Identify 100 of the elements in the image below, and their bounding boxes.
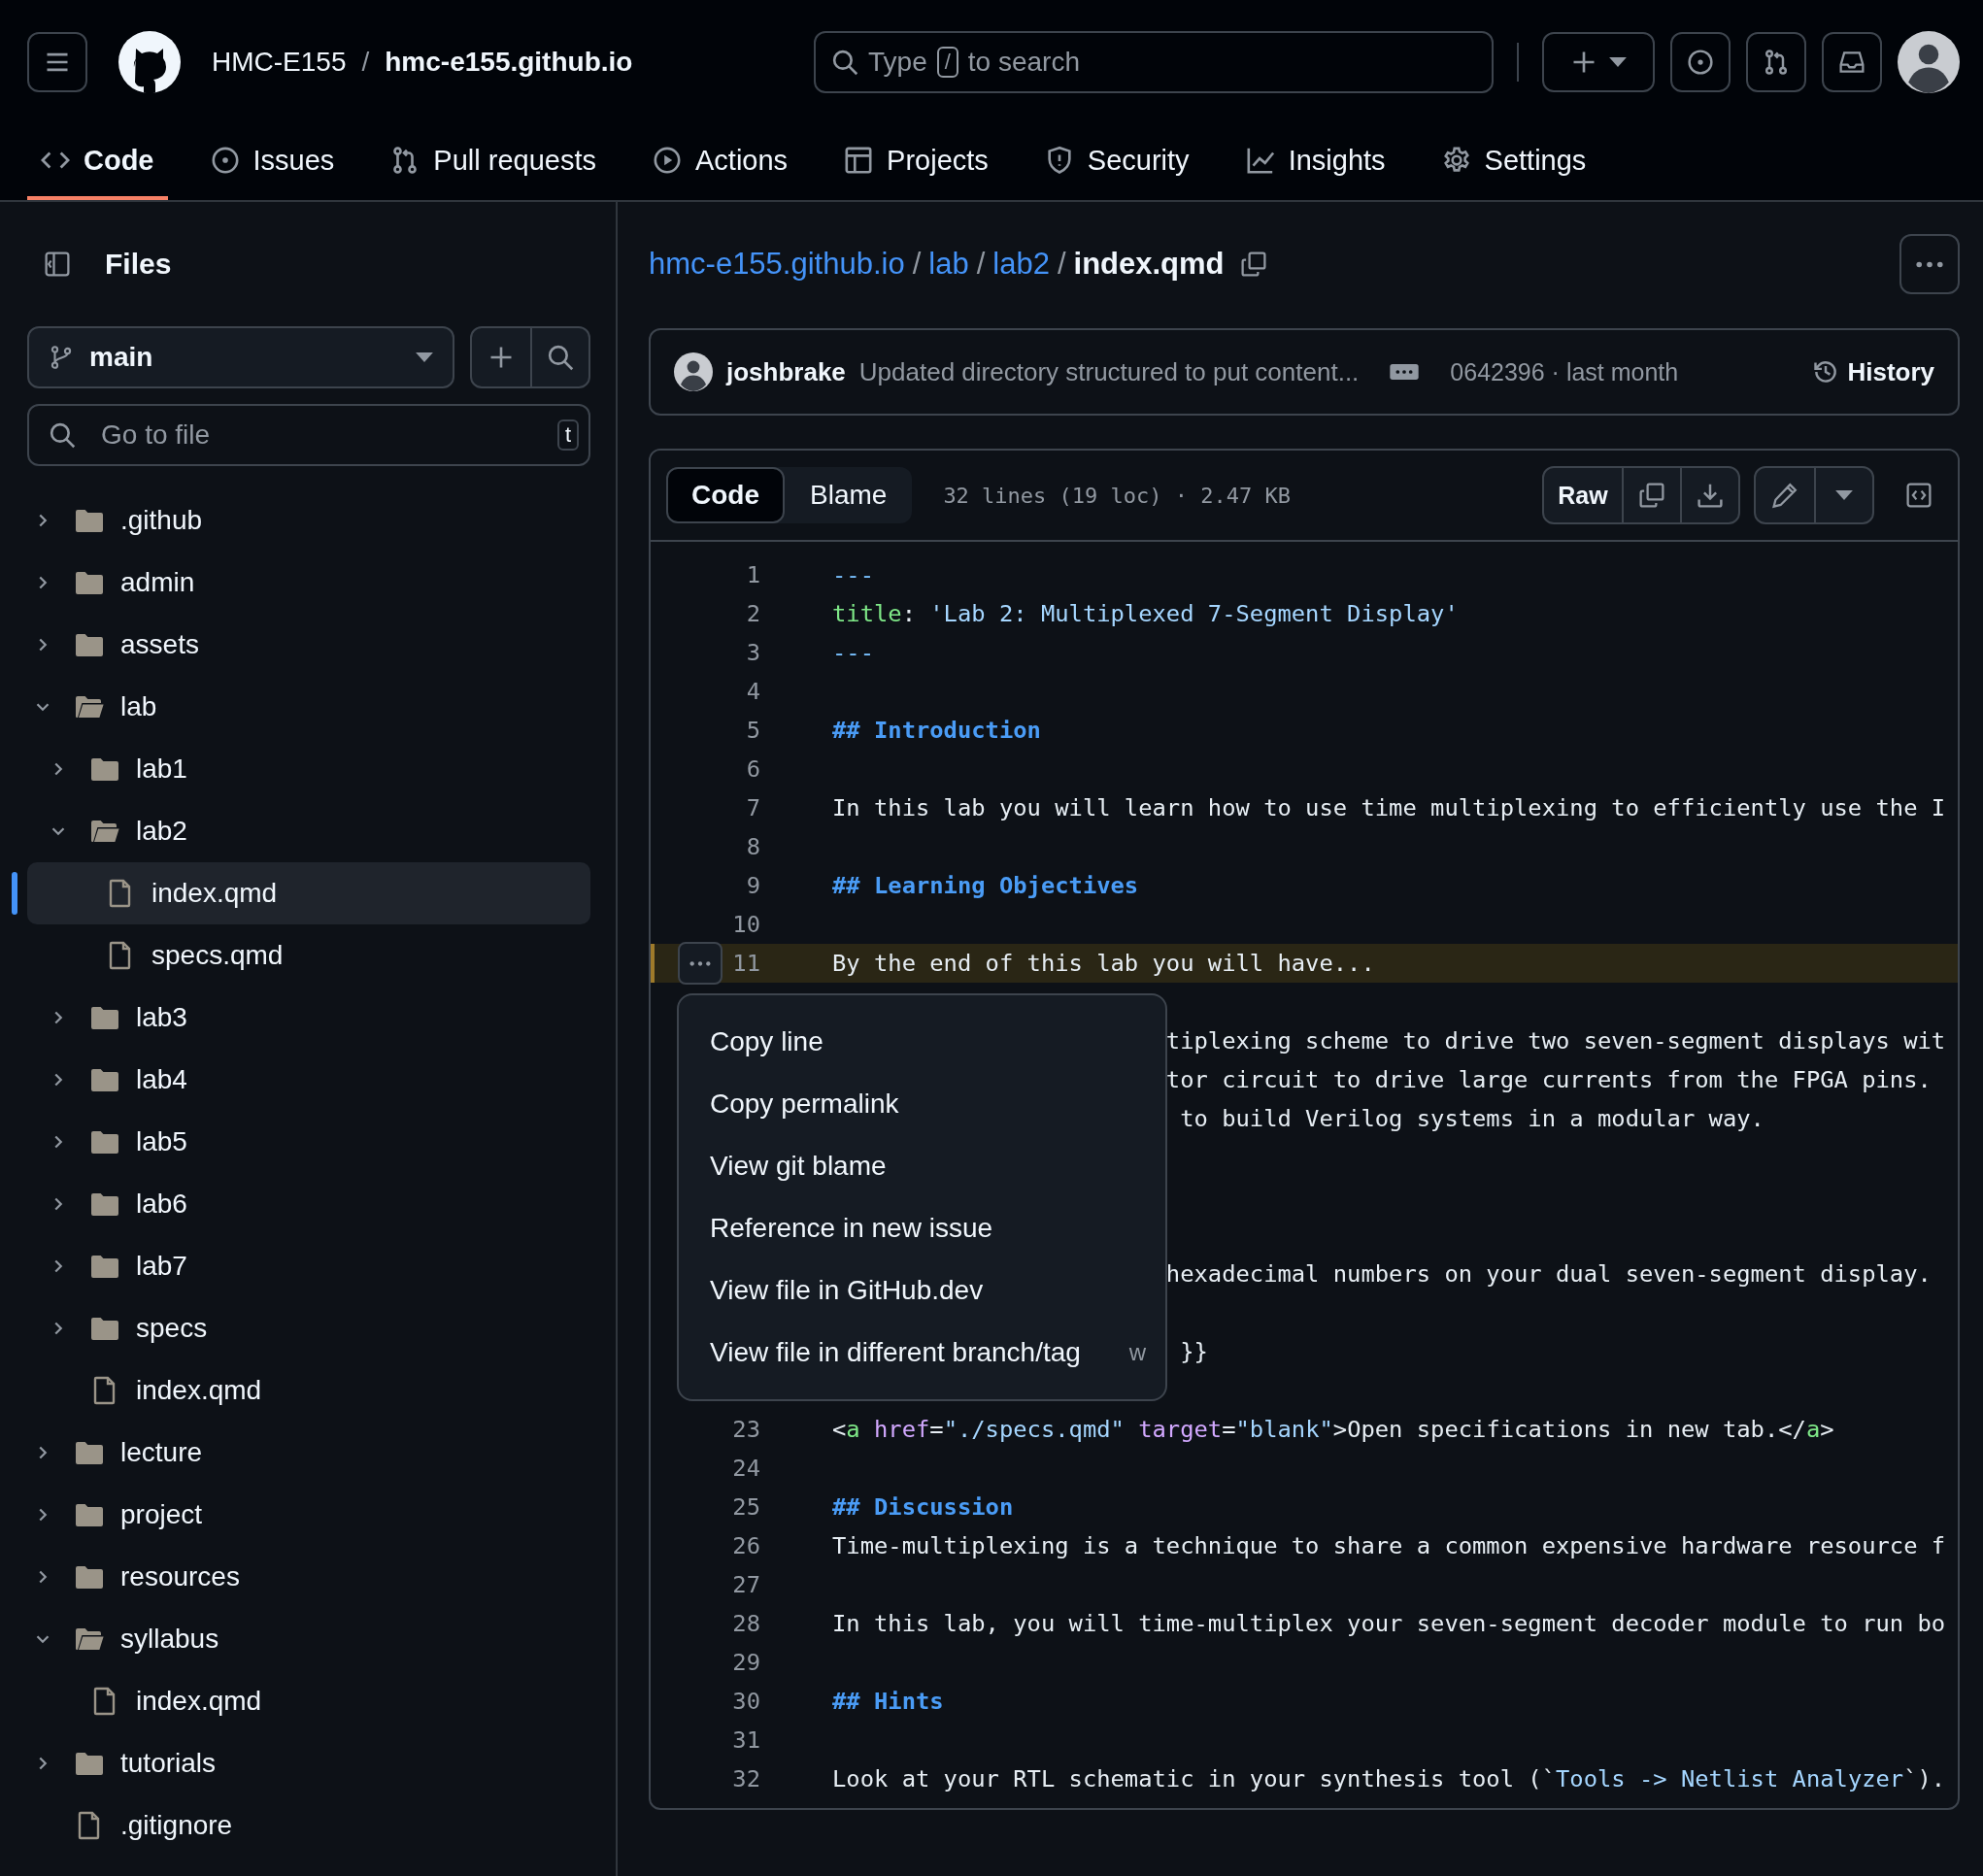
sidebar-icon xyxy=(44,251,71,278)
file-tree-item[interactable]: .gitignore xyxy=(27,1794,590,1857)
play-icon xyxy=(653,146,682,175)
file-tree-item[interactable]: assets xyxy=(27,614,590,676)
file-tree-item[interactable]: lab3 xyxy=(27,987,590,1049)
view-mode-tab[interactable]: Blame xyxy=(785,467,913,523)
file-tree-item[interactable]: lab5 xyxy=(27,1111,590,1173)
file-tree-item[interactable]: index.qmd xyxy=(27,1670,590,1732)
repo-tab[interactable]: Pull requests xyxy=(377,124,610,200)
line-number: 25 xyxy=(731,1493,760,1521)
line-number: 26 xyxy=(731,1532,760,1559)
pull-requests-button[interactable] xyxy=(1746,32,1806,92)
ellipsis-icon xyxy=(1390,364,1420,380)
code-line: <a href="./specs.qmd" target="blank">Open specifications in new tab.</a> xyxy=(832,1416,1834,1443)
view-mode-tab[interactable]: Code xyxy=(666,467,785,523)
code-line: }} xyxy=(1179,1338,1208,1365)
code-line: hexadecimal numbers on your dual seven-segment display. xyxy=(1165,1260,1932,1288)
file-tree-item[interactable]: lab6 xyxy=(27,1173,590,1235)
search-field[interactable]: Type / to search xyxy=(814,31,1494,93)
keyboard-shortcut: / xyxy=(936,47,958,78)
menu-item[interactable]: Copy line xyxy=(679,1011,1165,1073)
file-tree-item[interactable]: lab7 xyxy=(27,1235,590,1297)
code-line: title: 'Lab 2: Multiplexed 7-Segment Display' xyxy=(832,600,1459,627)
line-number: 1 xyxy=(745,561,760,588)
code-line: Time-multiplexing is a technique to share a common expensive hardware resource f xyxy=(832,1532,1946,1559)
file-tree-item[interactable]: lab1 xyxy=(27,738,590,800)
file-tree-item[interactable]: syllabus xyxy=(27,1608,590,1670)
copy-icon xyxy=(1638,482,1665,509)
commit-hash-and-date[interactable]: 0642396 · last month xyxy=(1450,357,1679,386)
branch-selector[interactable]: main xyxy=(27,326,454,388)
repo-tab[interactable]: Projects xyxy=(830,124,1002,200)
pull-request-icon xyxy=(1763,49,1790,76)
menu-item[interactable]: View file in GitHub.dev xyxy=(679,1259,1165,1322)
file-tree-item[interactable]: specs.qmd xyxy=(27,924,590,987)
menu-item[interactable]: Reference in new issue xyxy=(679,1197,1165,1259)
caret-icon xyxy=(416,352,433,362)
search-hint: Type xyxy=(868,47,927,78)
line-number: 5 xyxy=(745,717,760,744)
inbox-button[interactable] xyxy=(1822,32,1882,92)
menu-button[interactable] xyxy=(27,32,87,92)
avatar-icon xyxy=(1898,31,1960,93)
avatar-icon xyxy=(674,352,713,391)
code-line: ## Hints xyxy=(832,1688,944,1715)
repo-tab[interactable]: Security xyxy=(1030,124,1203,200)
copy-path-button[interactable] xyxy=(1239,251,1267,278)
pencil-icon xyxy=(1771,482,1798,509)
caret-icon xyxy=(1835,490,1853,500)
line-number: 6 xyxy=(745,755,760,783)
search-hint: to search xyxy=(967,47,1080,78)
code-line: tor circuit to drive large currents from the FPGA pins. xyxy=(1165,1066,1932,1093)
logo-icon[interactable] xyxy=(118,31,181,93)
create-button[interactable] xyxy=(1542,32,1655,92)
line-options-button[interactable] xyxy=(678,942,723,985)
selection-indicator xyxy=(12,872,17,915)
code-line: ## Introduction xyxy=(832,717,1041,744)
file-tree-item[interactable]: lab2 xyxy=(27,800,590,862)
repo-tab[interactable]: Actions xyxy=(639,124,802,200)
commit-author[interactable]: joshbrake xyxy=(726,356,846,387)
line-number: 4 xyxy=(745,678,760,705)
repo-link[interactable]: hmc-e155.github.io xyxy=(385,47,633,78)
repo-tab[interactable]: Issues xyxy=(196,124,349,200)
path-separator: / xyxy=(361,47,370,78)
path-separator: / xyxy=(976,247,986,282)
file-tree-item[interactable]: tutorials xyxy=(27,1732,590,1794)
commit-message[interactable]: Updated directory structured to put content... xyxy=(858,356,1360,387)
file-tree-item[interactable]: lab4 xyxy=(27,1049,590,1111)
code-line: --- xyxy=(832,561,874,588)
file-tree-item[interactable]: lecture xyxy=(27,1422,590,1484)
file-tree-item[interactable]: .github xyxy=(27,489,590,552)
menu-item[interactable]: View git blame xyxy=(679,1135,1165,1197)
breadcrumb-link[interactable]: hmc-e155.github.io xyxy=(649,247,905,282)
repo-tab[interactable]: Settings xyxy=(1428,124,1600,200)
code-line: In this lab, you will time-multiplex your seven-segment decoder module to run bo xyxy=(832,1610,1946,1637)
graph-icon xyxy=(1245,146,1275,175)
file-tree-item[interactable]: project xyxy=(27,1484,590,1546)
line-number: 28 xyxy=(731,1610,760,1637)
file-tree-item[interactable]: index.qmd xyxy=(27,1359,590,1422)
line-number: 3 xyxy=(745,639,760,666)
menu-item[interactable]: View file in different branch/tag w xyxy=(679,1322,1165,1384)
owner-link[interactable]: HMC-E155 xyxy=(212,47,347,78)
breadcrumb-link[interactable]: lab xyxy=(928,247,969,282)
repo-tab[interactable]: Insights xyxy=(1231,124,1399,200)
file-tree-item[interactable]: index.qmd xyxy=(27,862,590,924)
line-number: 2 xyxy=(745,600,760,627)
breadcrumb-link[interactable]: lab2 xyxy=(992,247,1050,282)
line-number: 9 xyxy=(745,872,760,899)
history-button[interactable]: History xyxy=(1812,356,1934,387)
repo-tab[interactable]: Code xyxy=(27,124,168,200)
code-line: Look at your RTL schematic in your synthesis tool (`Tools -> Netlist Analyzer`). xyxy=(832,1765,1946,1792)
menu-item[interactable]: Copy permalink xyxy=(679,1073,1165,1135)
branch-icon xyxy=(49,345,74,370)
line-number: 23 xyxy=(731,1416,760,1443)
expand-message-button[interactable] xyxy=(1390,364,1420,380)
file-tree-item[interactable]: resources xyxy=(27,1546,590,1608)
file-tree-item[interactable]: lab xyxy=(27,676,590,738)
issues-button[interactable] xyxy=(1670,32,1731,92)
more-icon xyxy=(1916,260,1943,268)
file-tree-item[interactable]: specs xyxy=(27,1297,590,1359)
caret-icon xyxy=(1609,57,1627,67)
file-tree-item[interactable]: admin xyxy=(27,552,590,614)
